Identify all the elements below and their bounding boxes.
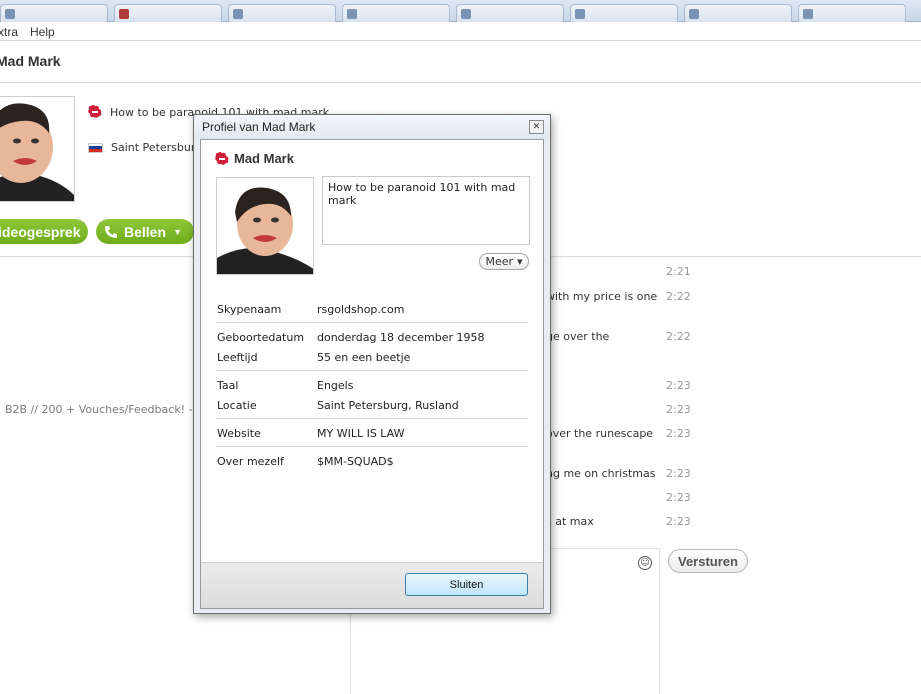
more-button[interactable]: Meer ▼ (479, 253, 529, 270)
contact-avatar[interactable] (0, 96, 75, 202)
chat-message: with my price is one (546, 290, 658, 303)
browser-tab[interactable] (684, 4, 792, 22)
skype-status-icon (215, 151, 229, 165)
chevron-down-icon: ▼ (517, 257, 523, 266)
video-call-label: ideogesprek (0, 223, 81, 240)
detail-value: donderdag 18 december 1958 (317, 331, 485, 344)
detail-value: rsgoldshop.com (317, 303, 405, 316)
chat-time: 2:23 (666, 403, 691, 416)
tab-favicon-icon (461, 8, 471, 19)
divider (216, 418, 528, 419)
contact-location-row: Saint Petersburg, (88, 141, 206, 154)
chevron-down-icon[interactable]: ▼ (173, 227, 182, 237)
menu-item-help[interactable]: Help (30, 25, 55, 39)
dialog-content: Mad Mark How to be paranoid 101 with mad… (200, 139, 544, 609)
more-label: Meer (485, 255, 514, 268)
close-icon[interactable]: ✕ (529, 120, 544, 134)
detail-value: Engels (317, 379, 354, 392)
dialog-title: Profiel van Mad Mark (194, 115, 550, 139)
contact-name: Mad Mark (0, 53, 61, 69)
profile-name-row: Mad Mark (215, 151, 294, 166)
detail-value[interactable]: MY WILL IS LAW (317, 427, 404, 440)
avatar-image (0, 97, 74, 201)
contact-bio-snippet: B2B // 200 + Vouches/Feedback! - Buyi (5, 403, 195, 416)
detail-label: Leeftijd (217, 351, 258, 364)
browser-tab[interactable] (456, 4, 564, 22)
detail-row: Skypenaam rsgoldshop.com (216, 300, 528, 320)
tab-favicon-icon (233, 8, 243, 19)
detail-value: 55 en een beetje (317, 351, 411, 364)
detail-label: Taal (217, 379, 239, 392)
dialog-footer: Sluiten (201, 562, 543, 608)
detail-row: Over mezelf $MM-SQUAD$ (216, 452, 528, 472)
chat-message: ge over the (546, 330, 610, 343)
menu-item-extra[interactable]: xtra (0, 25, 18, 39)
detail-value: Saint Petersburg, Rusland (317, 399, 459, 412)
chat-time: 2:21 (666, 265, 691, 278)
detail-row: Leeftijd 55 en een beetje (216, 348, 528, 368)
detail-label: Website (217, 427, 261, 440)
russia-flag-icon (88, 142, 103, 153)
detail-value: $MM-SQUAD$ (317, 455, 394, 468)
profile-dialog: Profiel van Mad Mark ✕ Mad Mark How to b… (193, 114, 551, 614)
divider (659, 548, 660, 694)
profile-details: Skypenaam rsgoldshop.com Geboortedatum d… (216, 300, 528, 472)
detail-label: Skypenaam (217, 303, 282, 316)
chat-message: over the runescape (546, 427, 654, 440)
phone-icon (105, 225, 117, 238)
browser-tab-strip (0, 0, 921, 22)
profile-name: Mad Mark (234, 151, 294, 166)
tab-favicon-icon (119, 8, 129, 19)
browser-tab[interactable] (570, 4, 678, 22)
tab-favicon-icon (347, 8, 357, 19)
contact-location-text: Saint Petersburg, (111, 141, 206, 154)
detail-row: Taal Engels (216, 376, 528, 396)
browser-tab[interactable] (342, 4, 450, 22)
call-button[interactable]: Bellen ▼ (96, 219, 194, 244)
detail-label: Geboortedatum (217, 331, 305, 344)
divider (216, 370, 528, 371)
video-call-button[interactable]: ideogesprek (0, 219, 88, 244)
chat-time: 2:23 (666, 515, 691, 528)
detail-row: Locatie Saint Petersburg, Rusland (216, 396, 528, 416)
emoticon-icon[interactable]: ☺ (638, 556, 652, 570)
avatar-image (217, 178, 313, 274)
chat-message: ng me on christmas (546, 467, 656, 480)
detail-label: Over mezelf (217, 455, 284, 468)
tab-favicon-icon (575, 8, 585, 19)
divider (0, 82, 921, 83)
detail-row: Website MY WILL IS LAW (216, 424, 528, 444)
call-label: Bellen (124, 223, 167, 240)
profile-mood-box: How to be paranoid 101 with mad mark (322, 176, 530, 245)
divider (216, 322, 528, 323)
menu-bar: xtra Help (0, 22, 921, 41)
chat-message: s at max (546, 515, 594, 528)
close-button[interactable]: Sluiten (405, 573, 528, 596)
tab-favicon-icon (5, 8, 15, 19)
detail-label: Locatie (217, 399, 257, 412)
browser-tab[interactable] (228, 4, 336, 22)
tab-favicon-icon (689, 8, 699, 19)
browser-tab[interactable] (114, 4, 222, 22)
tab-favicon-icon (803, 8, 813, 19)
chat-time: 2:23 (666, 467, 691, 480)
skype-status-icon (88, 105, 102, 118)
chat-time: 2:23 (666, 427, 691, 440)
divider (216, 446, 528, 447)
chat-time: 2:23 (666, 491, 691, 504)
browser-tab[interactable] (0, 4, 108, 22)
profile-avatar (216, 177, 314, 275)
send-button[interactable]: Versturen (668, 549, 748, 573)
chat-time: 2:23 (666, 379, 691, 392)
chat-time: 2:22 (666, 330, 691, 343)
browser-tab[interactable] (798, 4, 906, 22)
detail-row: Geboortedatum donderdag 18 december 1958 (216, 328, 528, 348)
chat-time: 2:22 (666, 290, 691, 303)
